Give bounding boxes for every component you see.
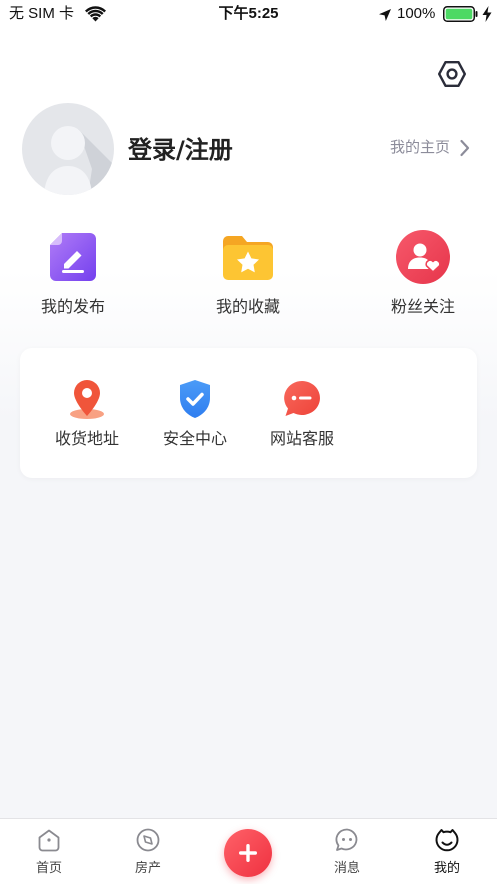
service-label: 安全中心: [162, 429, 227, 448]
service-shipping-address[interactable]: 收货地址: [37, 358, 137, 468]
profile-face-icon: [407, 826, 487, 854]
battery-percentage: 100%: [397, 5, 436, 22]
fans-heart-icon: [363, 228, 483, 286]
chat-bubble-icon: [252, 376, 352, 422]
home-icon: [9, 826, 89, 854]
settings-button[interactable]: [436, 58, 468, 90]
tab-label: 房产: [134, 861, 161, 876]
my-homepage-label: 我的主页: [390, 138, 451, 156]
star-folder-icon: [188, 228, 308, 286]
tab-mine[interactable]: 我的: [407, 819, 487, 883]
quick-action-label: 我的收藏: [215, 297, 280, 316]
service-security-center[interactable]: 安全中心: [145, 358, 245, 468]
compass-icon: [108, 826, 188, 854]
my-homepage-link[interactable]: 我的主页: [390, 137, 474, 159]
default-avatar-icon: [22, 103, 114, 199]
quick-action-my-posts[interactable]: 我的发布: [13, 228, 133, 324]
quick-action-label: 粉丝关注: [390, 297, 455, 316]
plus-icon: [238, 843, 258, 863]
location-arrow-icon: [378, 7, 392, 21]
settings-hexagon-icon: [437, 60, 467, 88]
quick-action-label: 我的发布: [40, 297, 105, 316]
charging-bolt-icon: [482, 6, 492, 22]
service-label: 收货地址: [54, 429, 119, 448]
shield-check-icon: [145, 376, 245, 422]
services-card: 收货地址 安全中心 网站客服: [20, 348, 477, 478]
service-customer-support[interactable]: 网站客服: [252, 358, 352, 468]
publish-plus-button[interactable]: [224, 829, 272, 877]
message-icon: [307, 826, 387, 854]
tab-label: 首页: [35, 861, 62, 876]
location-pin-icon: [37, 376, 137, 422]
tab-messages[interactable]: 消息: [307, 819, 387, 883]
quick-action-my-favorites[interactable]: 我的收藏: [188, 228, 308, 324]
service-label: 网站客服: [269, 429, 334, 448]
tab-property[interactable]: 房产: [108, 819, 188, 883]
battery-icon: [443, 6, 479, 22]
tab-bar: 首页 房产 消息 我的: [0, 818, 497, 884]
tab-home[interactable]: 首页: [9, 819, 89, 883]
chevron-right-icon: [459, 139, 471, 157]
edit-document-icon: [13, 228, 133, 286]
tab-label: 消息: [333, 861, 360, 876]
login-register-link[interactable]: 登录/注册: [128, 134, 233, 166]
quick-action-fans-follow[interactable]: 粉丝关注: [363, 228, 483, 324]
status-bar: 无 SIM 卡 下午5:25 100%: [0, 0, 497, 28]
tab-label: 我的: [433, 861, 460, 876]
avatar[interactable]: [22, 103, 114, 195]
